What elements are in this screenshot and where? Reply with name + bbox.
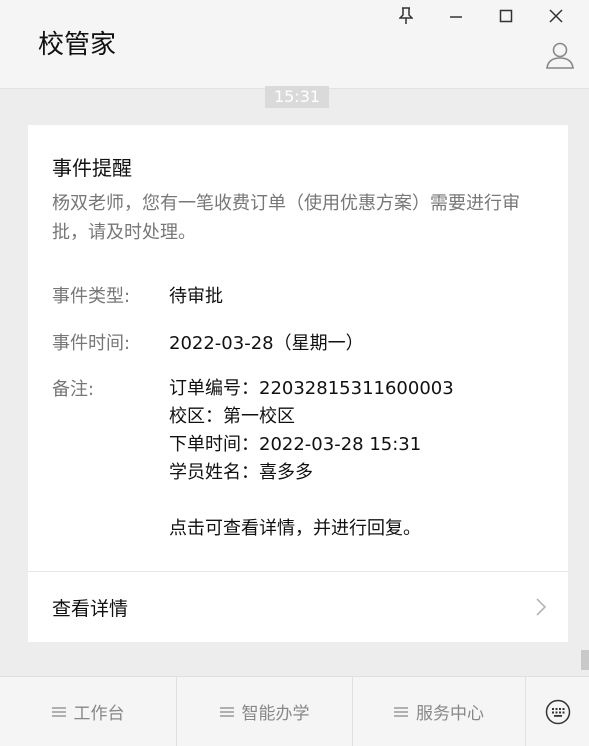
menu-item-label: 智能办学 bbox=[241, 704, 310, 724]
minimize-button[interactable] bbox=[431, 4, 481, 28]
title-bar: 校管家 bbox=[0, 0, 589, 89]
note-content: 订单编号：22032815311600003 校区：第一校区 下单时间：2022… bbox=[169, 375, 454, 543]
maximize-button[interactable] bbox=[481, 4, 531, 28]
event-type-value: 待审批 bbox=[169, 286, 223, 307]
keyboard-toggle-button[interactable] bbox=[526, 677, 589, 746]
note-hint: 点击可查看详情，并进行回复。 bbox=[169, 518, 421, 539]
window-controls bbox=[381, 4, 581, 28]
note-order-number: 订单编号：22032815311600003 bbox=[169, 378, 454, 399]
pin-icon bbox=[399, 7, 413, 24]
card-description: 杨双老师，您有一笔收费订单（使用优惠方案）需要进行审批，请及时处理。 bbox=[52, 193, 520, 243]
pin-button[interactable] bbox=[381, 4, 431, 28]
note-order-time: 下单时间：2022-03-28 15:31 bbox=[169, 434, 422, 455]
menu-item-service-center[interactable]: 服务中心 bbox=[353, 677, 526, 746]
menu-item-smart-school[interactable]: 智能办学 bbox=[177, 677, 353, 746]
event-time-label: 事件时间: bbox=[52, 333, 131, 354]
view-detail-label: 查看详情 bbox=[52, 598, 129, 620]
scrollbar-thumb[interactable] bbox=[581, 650, 589, 670]
keyboard-icon bbox=[545, 699, 570, 724]
menu-lines-icon bbox=[219, 706, 234, 717]
profile-button[interactable] bbox=[545, 40, 575, 70]
message-timestamp: 15:31 bbox=[265, 86, 329, 108]
menu-item-label: 服务中心 bbox=[416, 704, 484, 724]
menu-lines-icon bbox=[394, 706, 408, 717]
note-blank-line bbox=[169, 487, 454, 515]
maximize-icon bbox=[499, 9, 513, 23]
view-detail-link[interactable]: 查看详情 bbox=[28, 572, 568, 642]
close-icon bbox=[549, 9, 563, 23]
event-time-value: 2022-03-28（星期一） bbox=[169, 333, 364, 354]
user-icon bbox=[546, 42, 574, 69]
note-campus: 校区：第一校区 bbox=[169, 406, 295, 427]
note-label: 备注: bbox=[52, 379, 95, 400]
menu-item-workbench[interactable]: 工作台 bbox=[0, 677, 177, 746]
note-student-name: 学员姓名：喜多多 bbox=[169, 462, 313, 483]
close-button[interactable] bbox=[531, 4, 581, 28]
minimize-icon bbox=[450, 16, 462, 18]
chevron-right-icon bbox=[536, 598, 547, 616]
event-reminder-card[interactable]: 事件提醒 杨双老师，您有一笔收费订单（使用优惠方案）需要进行审批，请及时处理。 … bbox=[28, 125, 568, 642]
menu-item-label: 工作台 bbox=[73, 704, 125, 724]
window-title: 校管家 bbox=[38, 30, 117, 60]
card-title: 事件提醒 bbox=[52, 156, 132, 180]
event-type-label: 事件类型: bbox=[52, 286, 131, 307]
bottom-menu-bar: 工作台 智能办学 服务中心 bbox=[0, 676, 589, 746]
menu-lines-icon bbox=[51, 706, 66, 717]
